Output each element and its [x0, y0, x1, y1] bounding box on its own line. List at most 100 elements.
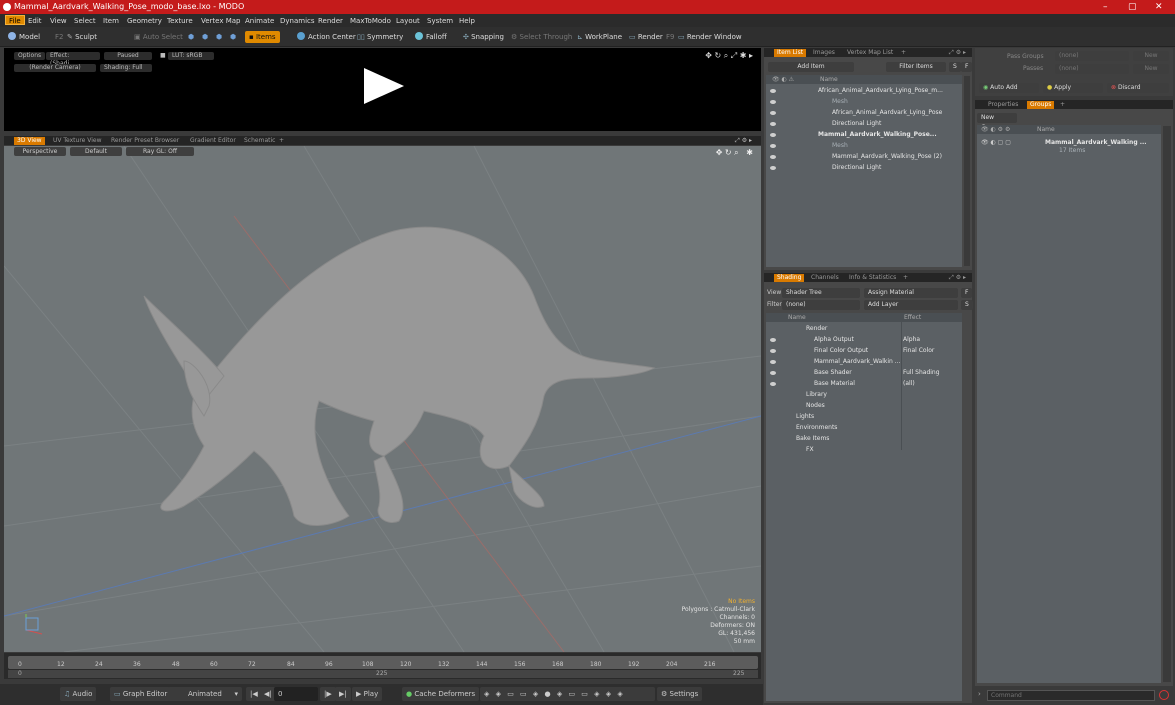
pass-groups-dropdown[interactable]: (none) [1055, 51, 1129, 61]
render-preview[interactable]: Options Effect: (Shadi... Paused ■ LUT: … [4, 48, 761, 131]
menu-edit[interactable]: Edit [28, 16, 42, 26]
3d-viewport[interactable]: Perspective Default Ray GL: Off ✥ ↻ ⌕ ✱ … [4, 146, 761, 652]
item-list-row[interactable]: Mesh [832, 96, 848, 107]
menu-view[interactable]: View [50, 16, 67, 26]
item-list-row[interactable]: Directional Light [832, 162, 881, 173]
play-icon[interactable] [364, 68, 404, 104]
close-button[interactable]: ✕ [1155, 0, 1163, 14]
shader-row-effect[interactable]: Final Color [903, 345, 934, 356]
shader-row-name[interactable]: Final Color Output [814, 345, 868, 356]
settings-button[interactable]: ⚙ Settings [657, 687, 703, 701]
preview-camera-dropdown[interactable]: (Render Camera) [14, 64, 96, 72]
item-list-row[interactable]: African_Animal_Aardvark_Lying_Pose_m... [818, 85, 943, 96]
preview-paused-button[interactable]: Paused [104, 52, 152, 60]
preview-lut-dropdown[interactable]: LUT: sRGB [168, 52, 214, 60]
assign-material-button[interactable]: Assign Material [864, 288, 958, 298]
go-end-button[interactable]: ▶| [335, 687, 351, 701]
shader-visibility-eye-icon[interactable] [770, 349, 776, 353]
timeline-ruler[interactable] [8, 656, 758, 669]
audio-button[interactable]: ♫ Audio [60, 687, 97, 701]
shading-f-button[interactable]: F [961, 288, 973, 298]
tab-3d-view[interactable]: 3D View [14, 137, 45, 145]
tab-vertex-map-list[interactable]: Vertex Map List [844, 49, 896, 57]
item-list-s-button[interactable]: S [949, 62, 961, 72]
item-list-row[interactable]: African_Animal_Aardvark_Lying_Pose [832, 107, 942, 118]
item-list-row[interactable]: Directional Light [832, 118, 881, 129]
filter-items-input[interactable]: Filter Items [886, 62, 946, 72]
apply-button[interactable]: ● Apply [1043, 83, 1103, 93]
tab-properties[interactable]: Properties [985, 101, 1021, 109]
item-list-row[interactable]: Mammal_Aardvark_Walking_Pose... [818, 129, 937, 140]
item-list-scrollbar[interactable] [964, 76, 970, 266]
graph-editor-button[interactable]: ▭ Graph Editor [110, 687, 172, 701]
tab-channels[interactable]: Channels [808, 274, 842, 282]
default-style-dropdown[interactable]: Default [70, 147, 122, 156]
item-list-f-button[interactable]: F [961, 62, 973, 72]
shader-row-name[interactable]: Mammal_Aardvark_Walkin ... [814, 356, 900, 367]
material-select-icon[interactable]: ⬢ [230, 31, 236, 43]
symmetry-button[interactable]: ▯▯ Symmetry [357, 31, 403, 43]
command-input[interactable] [987, 690, 1155, 701]
tab-item-list[interactable]: Item List [774, 49, 807, 57]
sculpt-mode-button[interactable]: ✎ Sculpt [67, 31, 97, 43]
item-list-row[interactable]: Mammal_Aardvark_Walking_Pose (2) [832, 151, 942, 162]
add-groups-tab-button[interactable]: + [1057, 101, 1068, 109]
edge-select-icon[interactable]: ⬢ [202, 31, 208, 43]
shading-s-button[interactable]: S [961, 300, 973, 310]
shader-visibility-eye-icon[interactable] [770, 382, 776, 386]
tab-groups[interactable]: Groups [1027, 101, 1055, 109]
menu-texture[interactable]: Texture [167, 16, 193, 26]
snapping-button[interactable]: ✣ Snapping [463, 31, 504, 43]
timeline[interactable]: 0 12 24 36 48 60 72 84 96 108 120 132 14… [4, 653, 761, 679]
shader-row-effect[interactable]: Alpha [903, 334, 920, 345]
passes-dropdown[interactable]: (none) [1055, 64, 1129, 74]
perspective-dropdown[interactable]: Perspective [14, 147, 66, 156]
menu-dynamics[interactable]: Dynamics [280, 16, 315, 26]
menu-maxtomodo[interactable]: MaxToModo [350, 16, 391, 26]
view-dropdown[interactable]: Shader Tree [782, 288, 860, 298]
animated-dropdown[interactable]: Animated ▾ [168, 687, 242, 701]
items-mode-button[interactable]: ▪ Items [245, 31, 280, 43]
shader-visibility-eye-icon[interactable] [770, 360, 776, 364]
menu-file[interactable]: File [5, 15, 25, 25]
shader-row-name[interactable]: FX [806, 444, 814, 455]
maximize-button[interactable]: ▢ [1128, 0, 1137, 14]
shader-row-name[interactable]: Library [806, 389, 827, 400]
falloff-button[interactable]: Falloff [415, 31, 447, 43]
polygon-select-icon[interactable]: ⬢ [216, 31, 222, 43]
viewport-expand-icon[interactable]: ⤢ ⚙ ▸ [732, 137, 755, 145]
select-through-button[interactable]: ⚙ Select Through [511, 31, 572, 43]
tab-schematic[interactable]: Schematic [241, 137, 278, 145]
shader-visibility-eye-icon[interactable] [770, 338, 776, 342]
menu-animate[interactable]: Animate [245, 16, 274, 26]
raygl-dropdown[interactable]: Ray GL: Off [126, 147, 194, 156]
render-window-button[interactable]: ▭ Render Window [678, 31, 742, 43]
shader-row-name[interactable]: Bake Items [796, 433, 829, 444]
auto-add-button[interactable]: ◉ Auto Add [979, 83, 1039, 93]
groups-scrollbar[interactable] [1163, 126, 1171, 682]
key-tools[interactable]: ◈ ◈ ▭ ▭ ◈ ● ◈ ▭ ▭ ◈ ◈ ◈ [480, 687, 655, 701]
new-pass-button[interactable]: New [1133, 64, 1169, 74]
cache-deformers-button[interactable]: ● Cache Deformers [402, 687, 480, 701]
minimize-button[interactable]: – [1103, 0, 1108, 14]
add-layer-dropdown[interactable]: Add Layer [864, 300, 958, 310]
viewport-nav-icons[interactable]: ✥ ↻ ⌕ ✱ [716, 148, 753, 158]
shader-row-name[interactable]: Alpha Output [814, 334, 854, 345]
preview-options-button[interactable]: Options [14, 52, 46, 60]
filter-dropdown[interactable]: (none) [782, 300, 860, 310]
preview-view-controls-icon[interactable]: ✥ ↻ ⌕ ⤢ ✱ ▸ [705, 51, 753, 61]
new-pass-group-button[interactable]: New [1133, 51, 1169, 61]
add-tab-button[interactable]: + [276, 137, 287, 145]
add-shading-tab-button[interactable]: + [900, 274, 911, 282]
menu-geometry[interactable]: Geometry [127, 16, 162, 26]
tab-shading[interactable]: Shading [774, 274, 805, 282]
menu-item[interactable]: Item [103, 16, 119, 26]
menu-vertex-map[interactable]: Vertex Map [201, 16, 241, 26]
panel-menu-icon[interactable]: ⤢ ⚙ ▸ [946, 49, 969, 57]
workplane-button[interactable]: ⊾ WorkPlane [577, 31, 622, 43]
new-group-button[interactable]: New Group [977, 113, 1017, 131]
discard-button[interactable]: ⊗ Discard [1107, 83, 1169, 93]
tab-uv-texture-view[interactable]: UV Texture View [50, 137, 105, 145]
shader-row-effect[interactable]: (all) [903, 378, 915, 389]
model-mode-button[interactable]: Model [8, 31, 40, 43]
